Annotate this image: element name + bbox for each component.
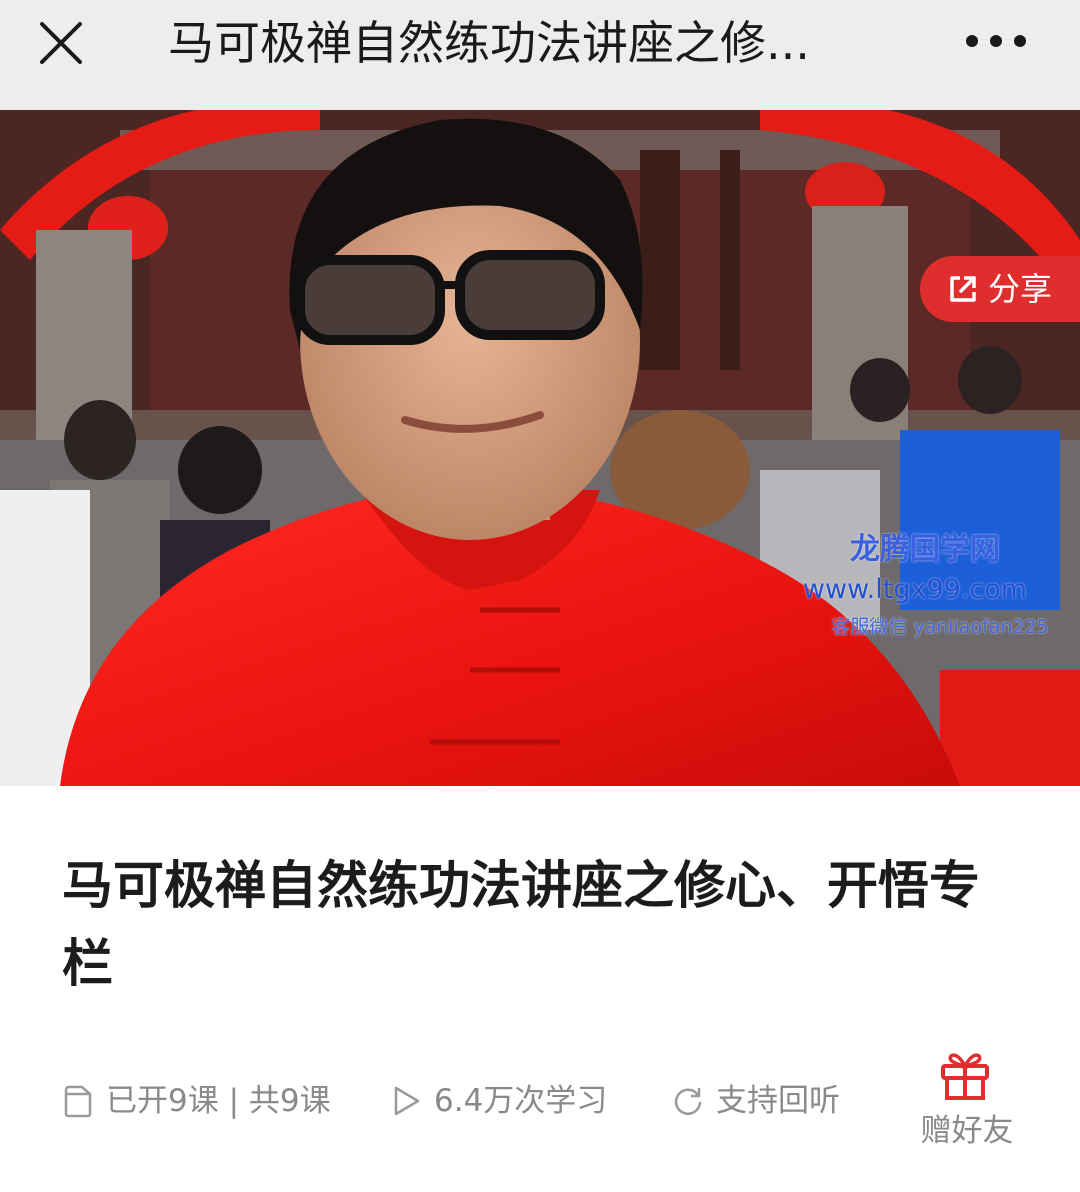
gift-friend-label: 赠好友	[920, 1113, 1014, 1149]
gift-friend-button[interactable]: 赠好友	[912, 1048, 1022, 1158]
course-cover-image: 分享 龙腾国学网 www.ltgx99.com 客服微信 yanliaofan2…	[0, 110, 1080, 786]
refresh-icon	[674, 1088, 702, 1115]
share-button[interactable]: 分享	[920, 256, 1080, 322]
close-icon[interactable]	[30, 12, 92, 74]
play-icon	[394, 1086, 420, 1116]
top-nav-bar: 马可极禅自然练功法讲座之修...	[0, 0, 1080, 110]
share-label: 分享	[988, 270, 1053, 308]
watermark-contact: 客服微信 yanliaofan225	[831, 616, 1049, 638]
study-count: 6.4万次学习	[390, 1076, 650, 1126]
lesson-count: 已开9课 | 共9课	[62, 1076, 352, 1126]
watermark-url: www.ltgx99.com	[802, 574, 1028, 605]
watermark-name: 龙腾国学网	[850, 532, 1000, 567]
gift-icon	[941, 1053, 989, 1100]
replay-support-text: 支持回听	[716, 1083, 840, 1119]
study-count-text: 6.4万次学习	[434, 1083, 608, 1119]
replay-support: 支持回听	[672, 1076, 872, 1126]
watermark: 龙腾国学网 www.ltgx99.com 客服微信 yanliaofan225	[780, 530, 1070, 644]
course-title: 马可极禅自然练功法讲座之修心、开悟专栏	[62, 857, 981, 994]
more-dots-icon[interactable]	[960, 24, 1032, 58]
cover-photo-illustration	[0, 110, 1080, 786]
page-title: 马可极禅自然练功法讲座之修...	[168, 16, 810, 70]
external-share-icon	[950, 276, 976, 302]
lesson-count-text: 已开9课 | 共9课	[106, 1083, 331, 1119]
document-icon	[64, 1085, 92, 1118]
